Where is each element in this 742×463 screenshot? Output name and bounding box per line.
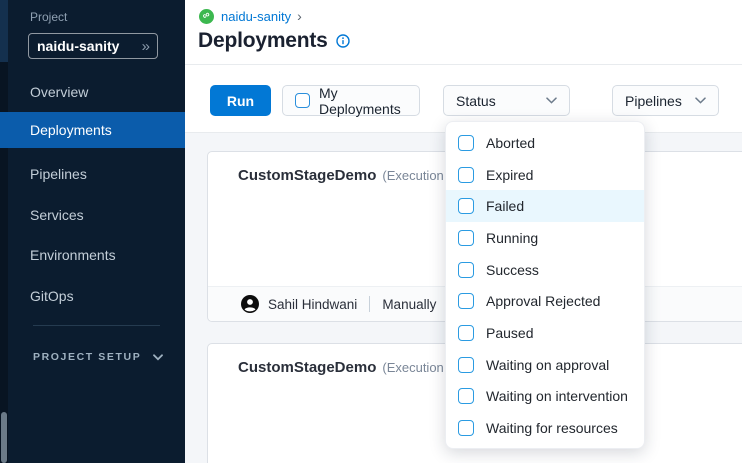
sidebar-item-label: Environments [30,247,116,263]
status-option-checkbox[interactable] [458,198,474,214]
status-option-success[interactable]: Success [446,254,644,286]
chevron-down-icon [546,97,557,104]
status-option-label: Approval Rejected [486,293,600,309]
double-chevron-right-icon[interactable]: » [142,39,149,54]
chevron-down-icon [153,348,163,366]
status-option-approval-rejected[interactable]: Approval Rejected [446,285,644,317]
status-option-checkbox[interactable] [458,230,474,246]
user-avatar-icon [241,295,259,313]
my-deployments-label: My Deployments [319,85,407,117]
sidebar-item-deployments[interactable]: Deployments [0,112,185,148]
sidebar-item-label: GitOps [30,288,74,304]
status-option-label: Aborted [486,135,535,151]
status-option-checkbox[interactable] [458,325,474,341]
pipelines-filter-label: Pipelines [625,93,682,109]
sidebar-item-label: Overview [30,84,88,100]
status-option-checkbox[interactable] [458,135,474,151]
pipeline-name[interactable]: CustomStageDemo [238,167,376,184]
my-deployments-toggle[interactable]: My Deployments [282,85,420,116]
sidebar-item-label: Pipelines [30,166,87,182]
sidebar-divider [33,325,160,326]
status-option-waiting-on-intervention[interactable]: Waiting on intervention [446,381,644,413]
deployments-page: Project naidu-sanity » Overview Deployme… [0,0,742,463]
status-option-checkbox[interactable] [458,357,474,373]
breadcrumb-chevron-icon: › [297,8,302,24]
status-option-label: Failed [486,198,524,214]
run-button[interactable]: Run [210,85,271,116]
sidebar-item-overview[interactable]: Overview [0,74,185,110]
project-sidebar: Project naidu-sanity » Overview Deployme… [8,0,185,463]
execution-author: Sahil Hindwani [268,297,357,312]
chevron-down-icon [695,97,706,104]
status-filter-label: Status [456,93,496,109]
status-option-label: Running [486,230,538,246]
status-option-label: Waiting for resources [486,420,618,436]
page-title: Deployments [198,29,328,53]
info-icon[interactable] [336,34,350,48]
status-option-checkbox[interactable] [458,388,474,404]
status-option-label: Waiting on intervention [486,388,628,404]
status-option-waiting-on-approval[interactable]: Waiting on approval [446,349,644,381]
status-option-label: Waiting on approval [486,357,609,373]
status-option-checkbox[interactable] [458,262,474,278]
rail-scrollbar-thumb[interactable] [1,412,7,463]
breadcrumb: ∞ naidu-sanity › [199,8,302,24]
sidebar-item-services[interactable]: Services [0,197,185,233]
sidebar-item-environments[interactable]: Environments [0,237,185,273]
status-option-checkbox[interactable] [458,420,474,436]
pipeline-name[interactable]: CustomStageDemo [238,359,376,376]
status-option-checkbox[interactable] [458,293,474,309]
project-selector-value: naidu-sanity [37,38,119,54]
module-rail-active-segment [0,0,8,62]
status-option-running[interactable]: Running [446,222,644,254]
status-option-checkbox[interactable] [458,167,474,183]
project-selector[interactable]: naidu-sanity » [28,33,158,59]
execution-trigger: Manually [382,297,436,312]
status-option-expired[interactable]: Expired [446,159,644,191]
footer-divider [369,296,370,312]
project-setup-label: PROJECT SETUP [33,351,141,363]
project-setup-section[interactable]: PROJECT SETUP [33,349,163,365]
status-filter-dropdown[interactable]: Status [443,85,570,116]
sidebar-item-label: Services [30,207,84,223]
status-option-label: Expired [486,167,533,183]
cd-module-icon: ∞ [199,9,214,24]
my-deployments-checkbox[interactable] [295,93,310,108]
status-option-label: Paused [486,325,533,341]
status-option-failed[interactable]: Failed [446,190,644,222]
pipelines-filter-dropdown[interactable]: Pipelines [612,85,719,116]
sidebar-item-pipelines[interactable]: Pipelines [0,156,185,192]
sidebar-item-gitops[interactable]: GitOps [0,278,185,314]
page-header: ∞ naidu-sanity › Deployments [185,0,742,65]
status-option-waiting-for-resources[interactable]: Waiting for resources [446,412,644,444]
project-label: Project [30,10,67,24]
status-option-paused[interactable]: Paused [446,317,644,349]
breadcrumb-project-link[interactable]: naidu-sanity [221,9,291,24]
sidebar-item-label: Deployments [30,122,112,138]
status-option-aborted[interactable]: Aborted [446,127,644,159]
status-option-label: Success [486,262,539,278]
status-filter-menu: Aborted Expired Failed Running Success A… [445,121,645,449]
